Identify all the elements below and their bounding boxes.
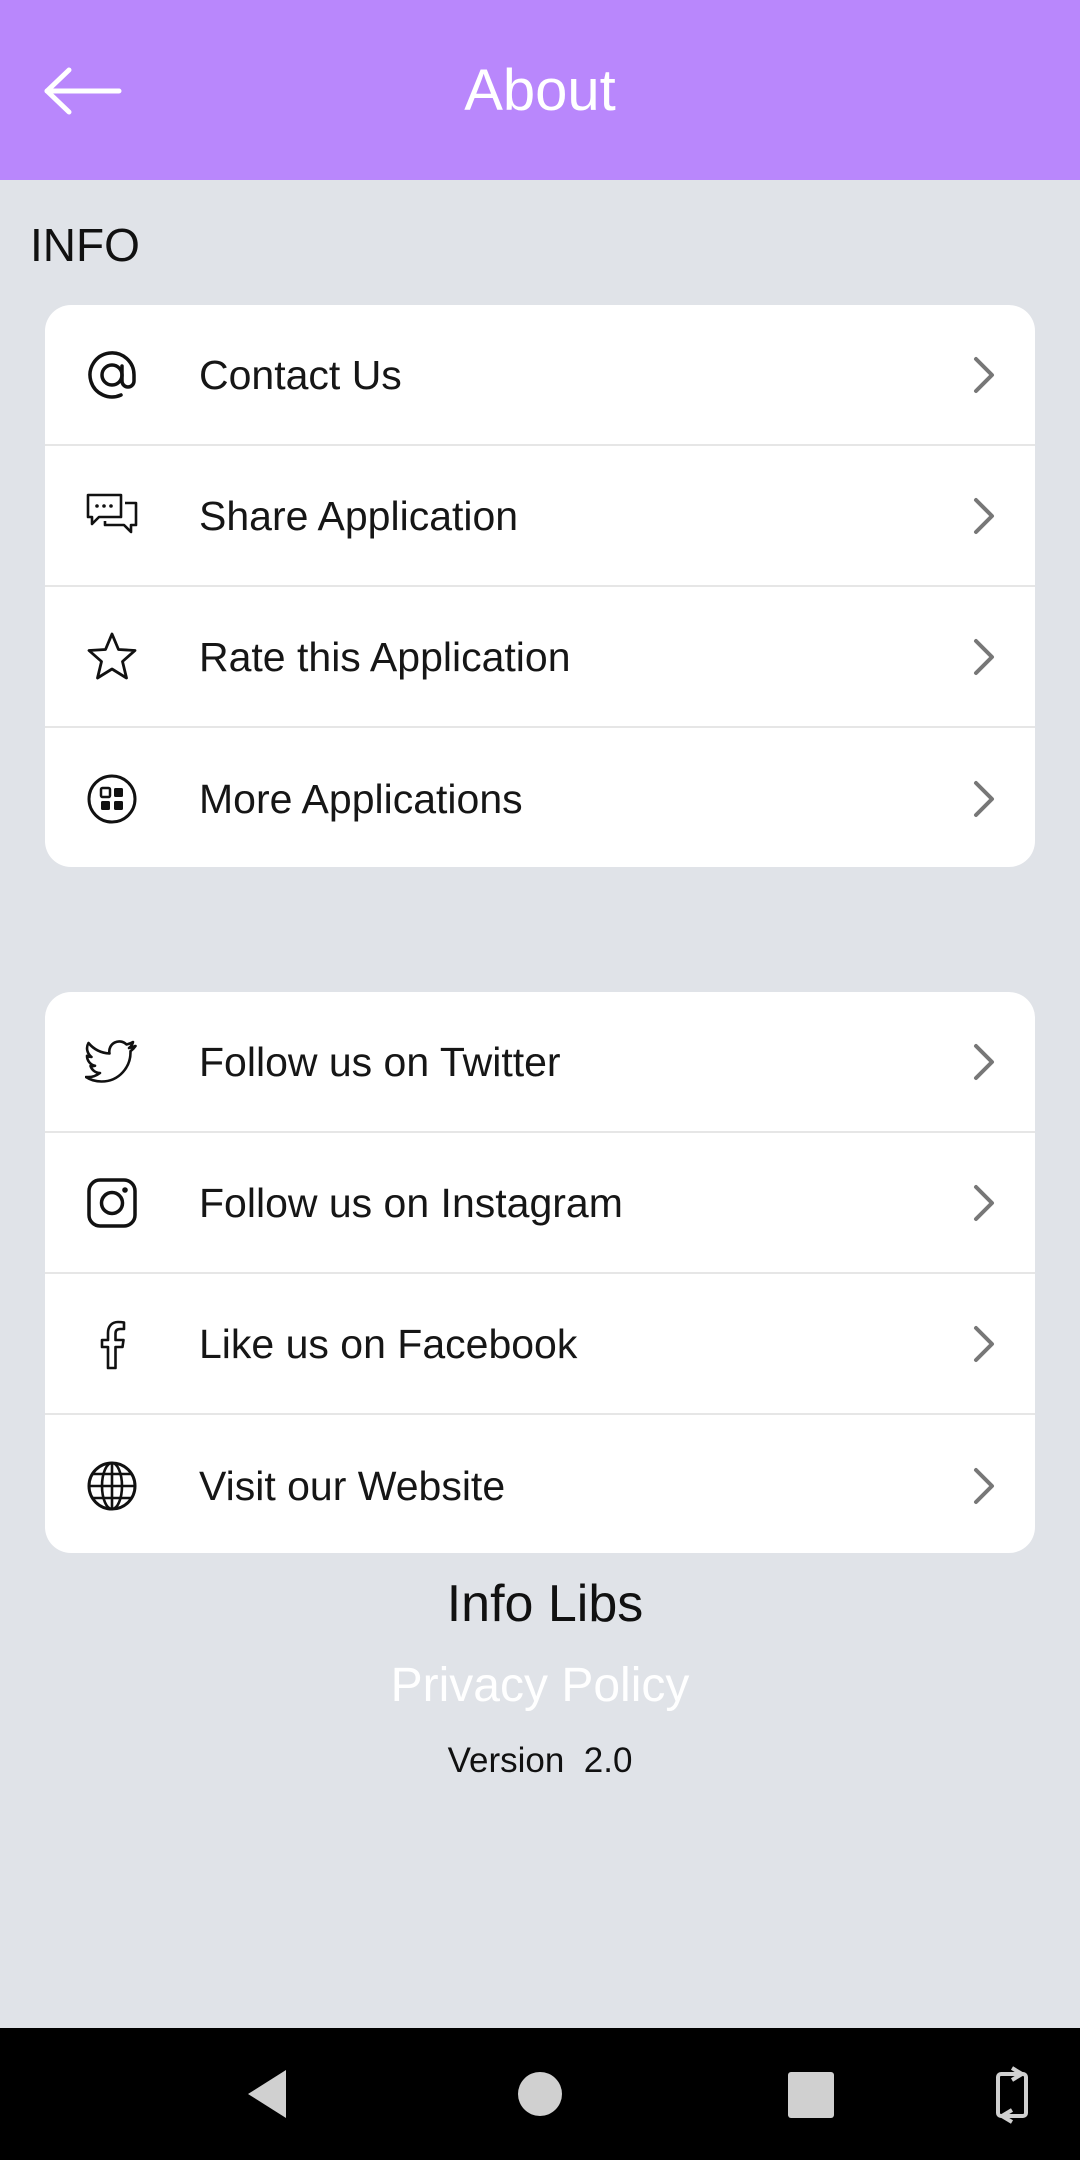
- nav-home-button[interactable]: [500, 2054, 580, 2134]
- version-number: 2.0: [583, 1741, 633, 1780]
- company-name: Info Libs: [446, 1575, 644, 1633]
- nav-back-icon: [248, 2070, 286, 2118]
- chevron-right-icon: [969, 352, 999, 398]
- top-app-bar: About: [0, 0, 1080, 180]
- item-label: Follow us on Twitter: [199, 1038, 561, 1085]
- contact-us-item[interactable]: Contact Us: [45, 305, 1035, 446]
- apps-grid-icon: [85, 772, 139, 826]
- privacy-policy-link[interactable]: Privacy Policy: [0, 1656, 1080, 1716]
- globe-icon: [85, 1459, 139, 1513]
- info-card: Contact Us Share Application Rate this A…: [45, 305, 1035, 867]
- facebook-item[interactable]: Like us on Facebook: [45, 1274, 1035, 1415]
- rotate-icon: [996, 2066, 1028, 2124]
- social-card: Follow us on Twitter Follow us on Instag…: [45, 992, 1035, 1553]
- rotate-button[interactable]: [972, 2054, 1052, 2134]
- system-navigation-bar: [0, 2028, 1080, 2160]
- instagram-item[interactable]: Follow us on Instagram: [45, 1133, 1035, 1274]
- chevron-right-icon: [969, 634, 999, 680]
- twitter-icon: [85, 1035, 139, 1089]
- nav-back-button[interactable]: [228, 2054, 308, 2134]
- nav-recents-icon: [788, 2072, 834, 2118]
- twitter-item[interactable]: Follow us on Twitter: [45, 992, 1035, 1133]
- item-label: Share Application: [199, 492, 519, 539]
- item-label: Like us on Facebook: [199, 1320, 578, 1367]
- share-application-item[interactable]: Share Application: [45, 446, 1035, 587]
- chevron-right-icon: [969, 1180, 999, 1226]
- chevron-right-icon: [969, 1463, 999, 1509]
- star-icon: [85, 630, 139, 684]
- instagram-icon: [85, 1176, 139, 1230]
- nav-recents-button[interactable]: [770, 2054, 850, 2134]
- chevron-right-icon: [969, 776, 999, 822]
- rate-application-item[interactable]: Rate this Application: [45, 587, 1035, 728]
- version-spacer: [564, 1741, 583, 1780]
- item-label: Contact Us: [199, 351, 402, 398]
- about-screen: About INFO Contact Us Share Application …: [0, 0, 1080, 2160]
- chevron-right-icon: [969, 493, 999, 539]
- version-label: Version: [447, 1741, 565, 1780]
- section-header-info: INFO: [30, 219, 140, 271]
- page-title: About: [464, 58, 616, 123]
- item-label: Follow us on Instagram: [199, 1179, 623, 1226]
- chevron-right-icon: [969, 1039, 999, 1085]
- chevron-right-icon: [969, 1321, 999, 1367]
- more-applications-item[interactable]: More Applications: [45, 728, 1035, 867]
- facebook-icon: [85, 1317, 139, 1371]
- item-label: Rate this Application: [199, 633, 571, 680]
- chat-bubbles-icon: [85, 489, 139, 543]
- item-label: More Applications: [199, 775, 523, 822]
- nav-home-icon: [518, 2072, 562, 2116]
- at-sign-icon: [85, 348, 139, 402]
- website-item[interactable]: Visit our Website: [45, 1415, 1035, 1553]
- item-label: Visit our Website: [199, 1462, 506, 1509]
- version-info: Version 2.0: [0, 1738, 1080, 1784]
